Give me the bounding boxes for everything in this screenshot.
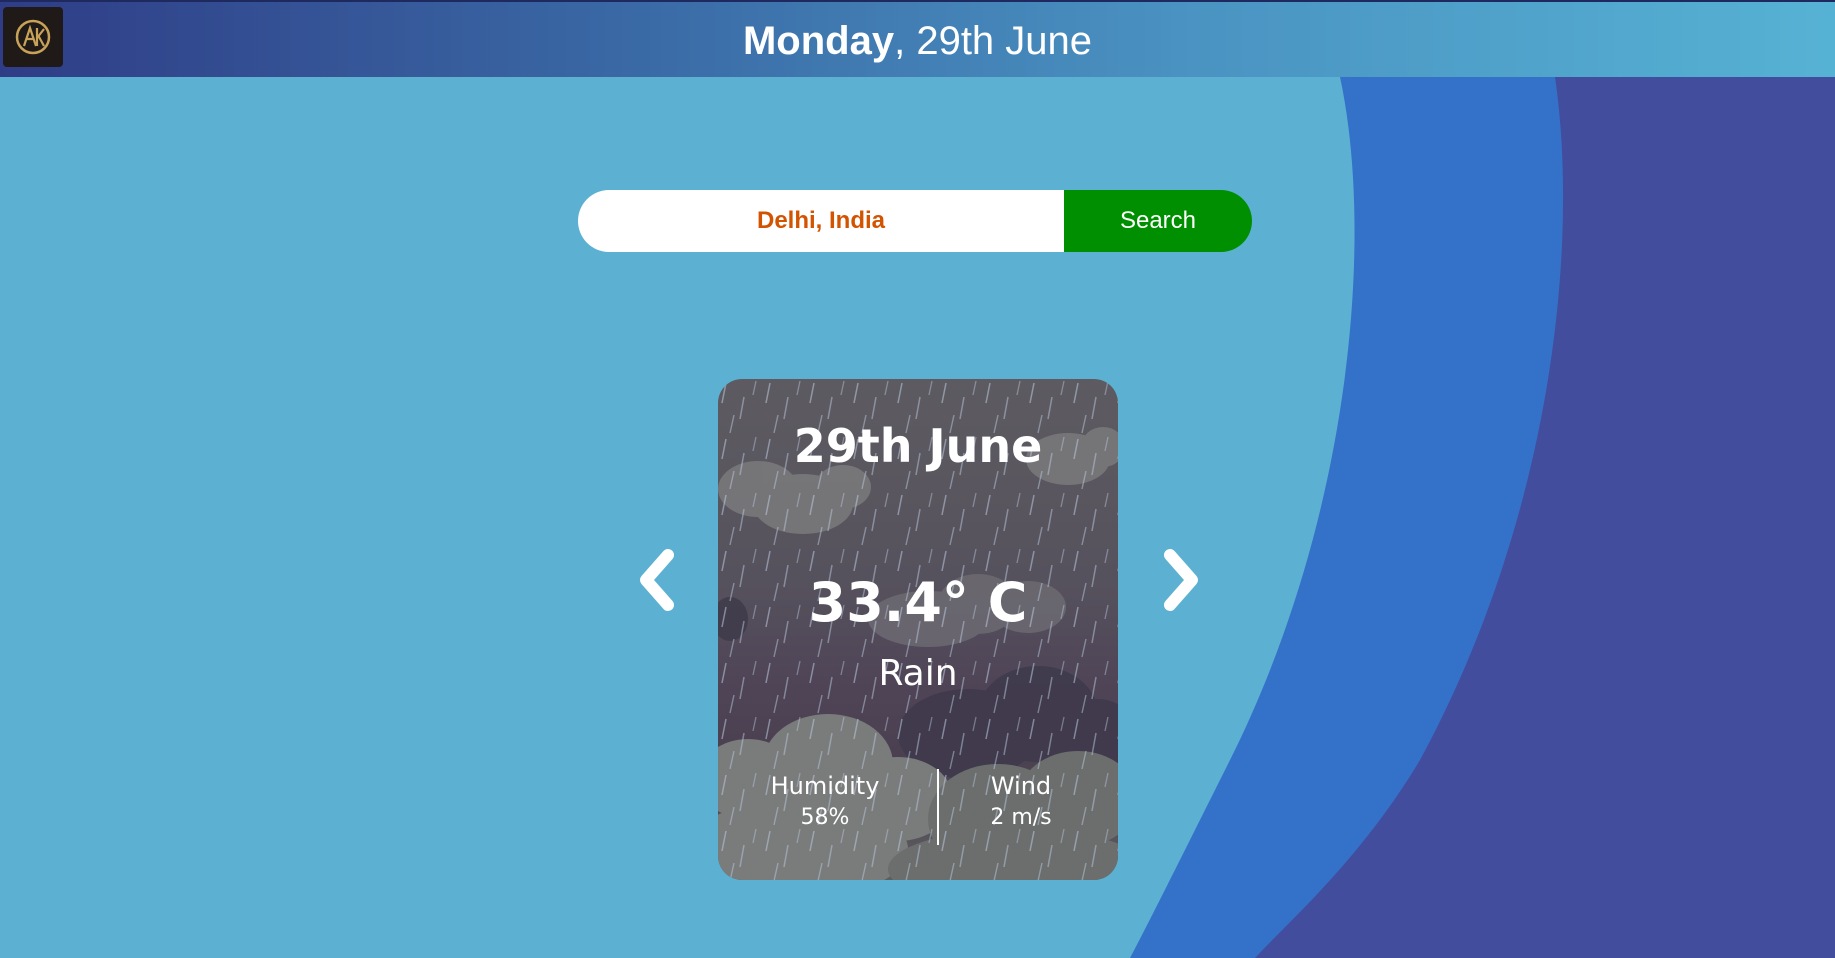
chevron-left-icon[interactable] xyxy=(632,545,682,615)
weather-page: Monday, 29th June Search xyxy=(0,0,1835,958)
weather-condition: Rain xyxy=(878,653,958,694)
card-date: 29th June xyxy=(793,419,1043,473)
city-search-input[interactable] xyxy=(578,190,1064,252)
weather-card: 29th June 33.4° C Rain Humidity 58% Wind… xyxy=(718,379,1118,880)
search-bar: Search xyxy=(578,190,1252,252)
header-date: , 29th June xyxy=(894,19,1093,63)
search-button[interactable]: Search xyxy=(1064,190,1252,252)
temperature-value: 33.4° C xyxy=(808,571,1028,634)
header-day: Monday xyxy=(742,19,895,63)
top-bar: Monday, 29th June xyxy=(0,0,1835,77)
wind-value: 2 m/s xyxy=(990,805,1052,830)
wind-stat: Wind 2 m/s xyxy=(936,771,1106,835)
wind-label: Wind xyxy=(990,772,1052,800)
humidity-value: 58% xyxy=(800,805,850,830)
humidity-label: Humidity xyxy=(770,772,880,800)
page-title: Monday, 29th June xyxy=(0,18,1835,64)
humidity-stat: Humidity 58% xyxy=(740,771,910,835)
chevron-right-icon[interactable] xyxy=(1156,545,1206,615)
